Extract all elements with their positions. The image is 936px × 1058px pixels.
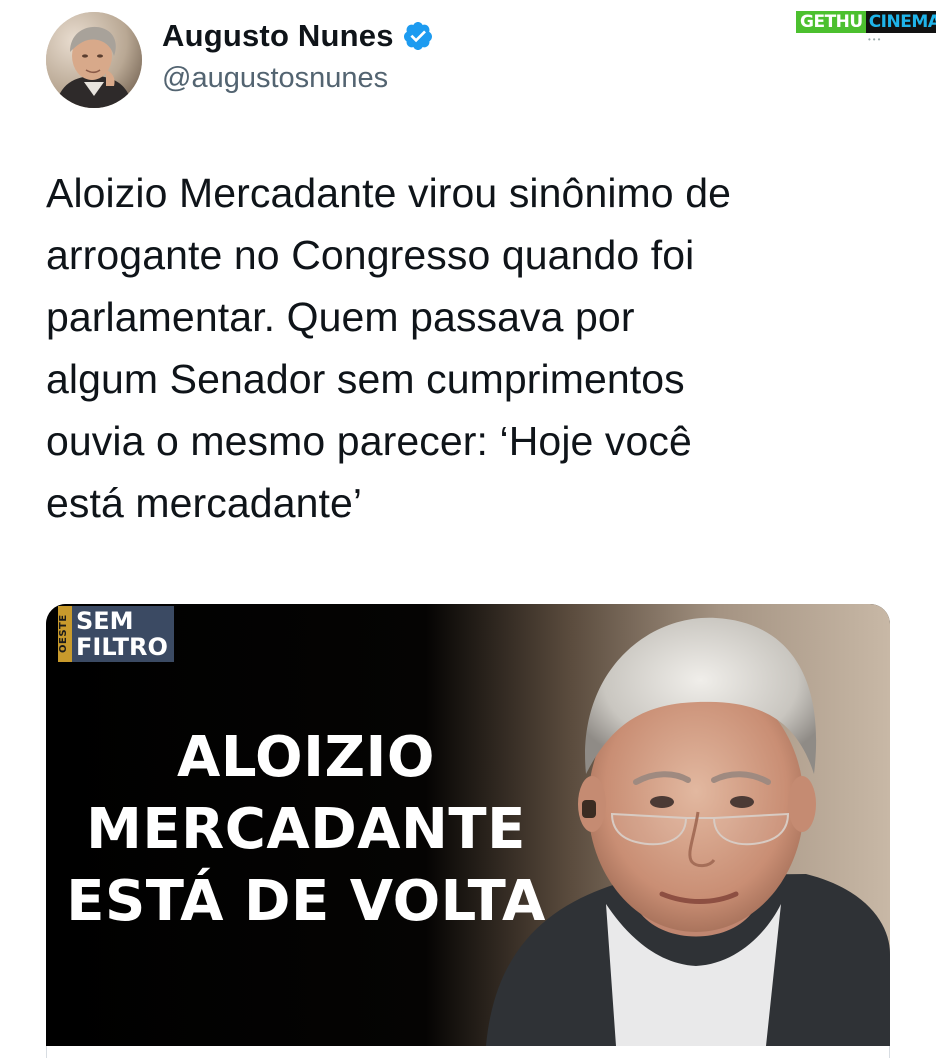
author-handle[interactable]: @augustosnunes bbox=[162, 62, 388, 95]
headline-line1: ALOIZIO bbox=[176, 725, 435, 790]
author-name-row[interactable]: Augusto Nunes bbox=[162, 14, 434, 58]
tweet-screenshot: GETHU CINEMA ••• Augusto Nunes @augustos… bbox=[0, 0, 936, 1058]
headline-line2: MERCADANTE bbox=[86, 797, 526, 862]
watermark-part1: GETHU bbox=[796, 11, 866, 33]
avatar-photo bbox=[46, 12, 142, 108]
sem-filtro-badge: OESTE SEM FILTRO bbox=[58, 606, 174, 662]
tweet-media-image[interactable]: OESTE SEM FILTRO ALOIZIO MERCADANTE ESTÁ… bbox=[46, 604, 890, 1058]
badge-line2: FILTRO bbox=[76, 633, 168, 661]
tweet-text: Aloizio Mercadante virou sinônimo de arr… bbox=[46, 170, 732, 526]
badge-brand: OESTE bbox=[58, 606, 72, 662]
verified-badge-icon bbox=[403, 22, 432, 50]
avatar[interactable] bbox=[46, 12, 142, 108]
author-display-name[interactable]: Augusto Nunes bbox=[162, 18, 394, 54]
badge-line1: SEM bbox=[76, 607, 134, 635]
watermark-logo: GETHU CINEMA ••• bbox=[796, 5, 936, 44]
headline-line3: ESTÁ DE VOLTA bbox=[66, 869, 546, 934]
media-headline: ALOIZIO MERCADANTE ESTÁ DE VOLTA bbox=[56, 722, 556, 938]
watermark-part2: CINEMA bbox=[865, 11, 936, 33]
watermark-dots: ••• bbox=[868, 35, 883, 44]
media-card-footer bbox=[46, 1046, 890, 1058]
badge-label: SEM FILTRO bbox=[72, 606, 174, 662]
